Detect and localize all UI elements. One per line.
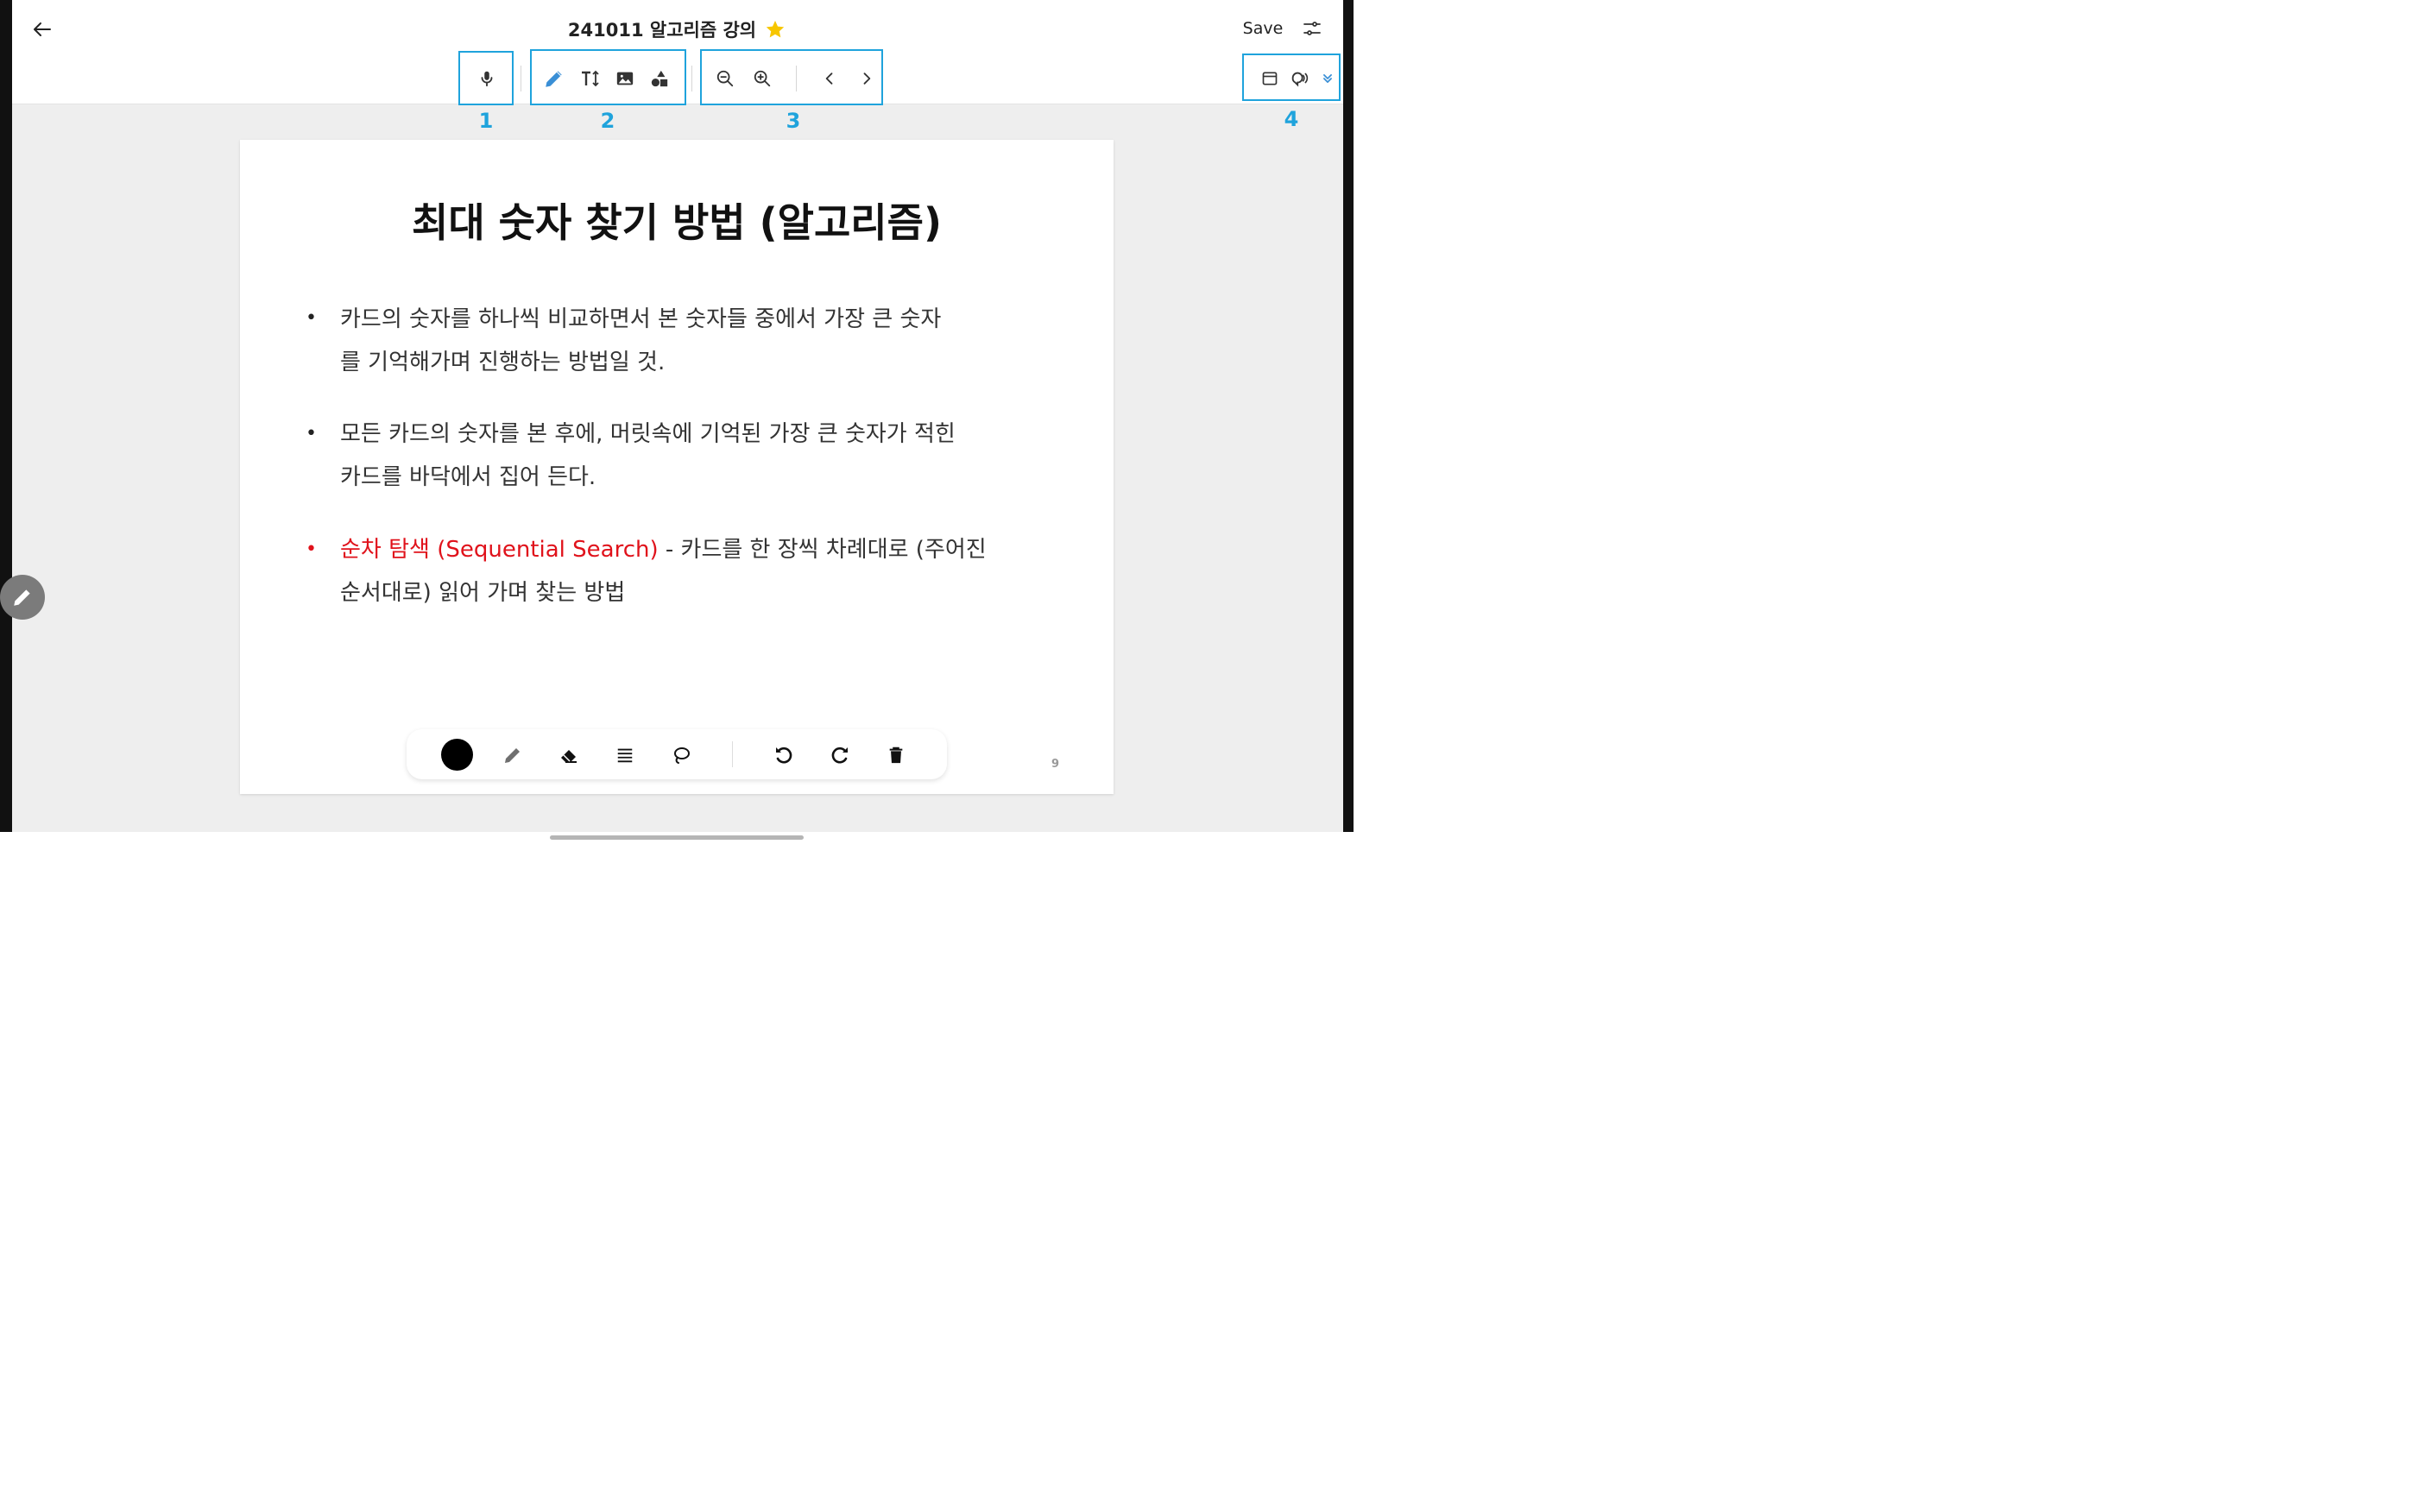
right-edge: [1343, 0, 1354, 832]
toolbar-separator: [796, 66, 797, 91]
toolbar-separator: [732, 741, 733, 767]
bullet-line: 순차 탐색 (Sequential Search) - 카드를 한 장씩 차례대…: [340, 528, 987, 571]
zoom-in-button[interactable]: [748, 65, 776, 92]
speech-button[interactable]: [1286, 66, 1312, 91]
shapes-tool-button[interactable]: [646, 65, 673, 92]
pen-icon: [14, 589, 30, 606]
zoom-in-icon: [754, 70, 771, 87]
left-edge: [0, 0, 12, 832]
bullet-line: 를 기억해가며 진행하는 방법일 것.: [340, 350, 666, 375]
speech-icon: [1291, 72, 1309, 87]
floating-pen-button[interactable]: [0, 575, 45, 620]
pencil-button[interactable]: [498, 740, 527, 770]
sequential-search-highlight: 순차 탐색 (Sequential Search): [340, 537, 659, 563]
chevron-left-icon: [825, 72, 833, 85]
star-icon[interactable]: [765, 19, 786, 40]
group-number-3: 3: [786, 109, 801, 133]
lasso-icon: [674, 747, 690, 764]
previous-page-button[interactable]: [816, 65, 843, 92]
bullet-dot: •: [306, 423, 317, 444]
group-number-2: 2: [600, 109, 615, 133]
bullet-line: 카드의 숫자를 하나씩 비교하면서 본 숫자들 중에서 가장 큰 숫자: [340, 306, 942, 332]
lasso-button[interactable]: [666, 740, 696, 770]
delete-button[interactable]: [881, 740, 911, 770]
pencil-icon: [505, 748, 520, 763]
slide-page[interactable]: 최대 숫자 찾기 방법 (알고리즘) • 카드의 숫자를 하나씩 비교하면서 본…: [240, 140, 1114, 794]
undo-button[interactable]: [769, 740, 798, 770]
shapes-icon: [651, 70, 668, 87]
layout-button[interactable]: [1257, 66, 1283, 91]
zoom-out-icon: [716, 70, 734, 87]
expand-button[interactable]: [1318, 69, 1337, 88]
image-tool-button[interactable]: [611, 65, 639, 92]
eraser-button[interactable]: [554, 740, 584, 770]
zoom-out-button[interactable]: [711, 65, 739, 92]
image-icon: [616, 72, 634, 85]
settings-button[interactable]: [1297, 14, 1327, 43]
chevron-right-icon: [863, 72, 871, 85]
text-size-icon: [582, 70, 599, 87]
page-number: 9: [1051, 758, 1060, 771]
bullet-line: 모든 카드의 숫자를 본 후에, 머릿속에 기억된 가장 큰 숫자가 적힌: [340, 421, 956, 447]
trash-icon: [889, 747, 903, 764]
mic-button[interactable]: [473, 65, 501, 92]
next-page-button[interactable]: [853, 65, 880, 92]
home-indicator[interactable]: [550, 835, 804, 840]
bullet-dot: •: [306, 539, 317, 560]
eraser-icon: [561, 750, 577, 763]
bullet-line-rest: - 카드를 한 장씩 차례대로 (주어진: [658, 537, 987, 563]
save-button[interactable]: Save: [1233, 14, 1293, 43]
slide-title: 최대 숫자 찾기 방법 (알고리즘): [412, 199, 942, 246]
redo-icon: [831, 747, 848, 764]
bullet-dot: •: [306, 307, 317, 329]
pen-toolbar: [407, 729, 947, 779]
line-weight-button[interactable]: [610, 740, 640, 770]
mic-icon: [481, 71, 493, 87]
layout-icon: [1262, 72, 1278, 85]
expand-more-icon: [1323, 74, 1332, 83]
back-button[interactable]: [26, 14, 59, 45]
toolbar-separator: [691, 66, 692, 91]
text-tool-button[interactable]: [577, 65, 604, 92]
bullet-line: 순서대로) 읽어 가며 찾는 방법: [340, 580, 626, 606]
undo-icon: [776, 747, 792, 764]
back-arrow-icon: [34, 22, 51, 36]
group-number-1: 1: [478, 109, 494, 133]
redo-button[interactable]: [825, 740, 855, 770]
document-title[interactable]: 241011 알고리즘 강의: [568, 16, 756, 42]
sliders-icon: [1303, 22, 1321, 35]
color-swatch[interactable]: [441, 739, 473, 771]
group-number-4: 4: [1284, 107, 1299, 131]
pen-icon: [546, 71, 562, 87]
title-area: 241011 알고리즘 강의: [483, 12, 870, 47]
line-weight-icon: [617, 748, 633, 763]
bullet-line: 카드를 바닥에서 집어 든다.: [340, 464, 596, 490]
pen-tool-button[interactable]: [540, 65, 568, 92]
